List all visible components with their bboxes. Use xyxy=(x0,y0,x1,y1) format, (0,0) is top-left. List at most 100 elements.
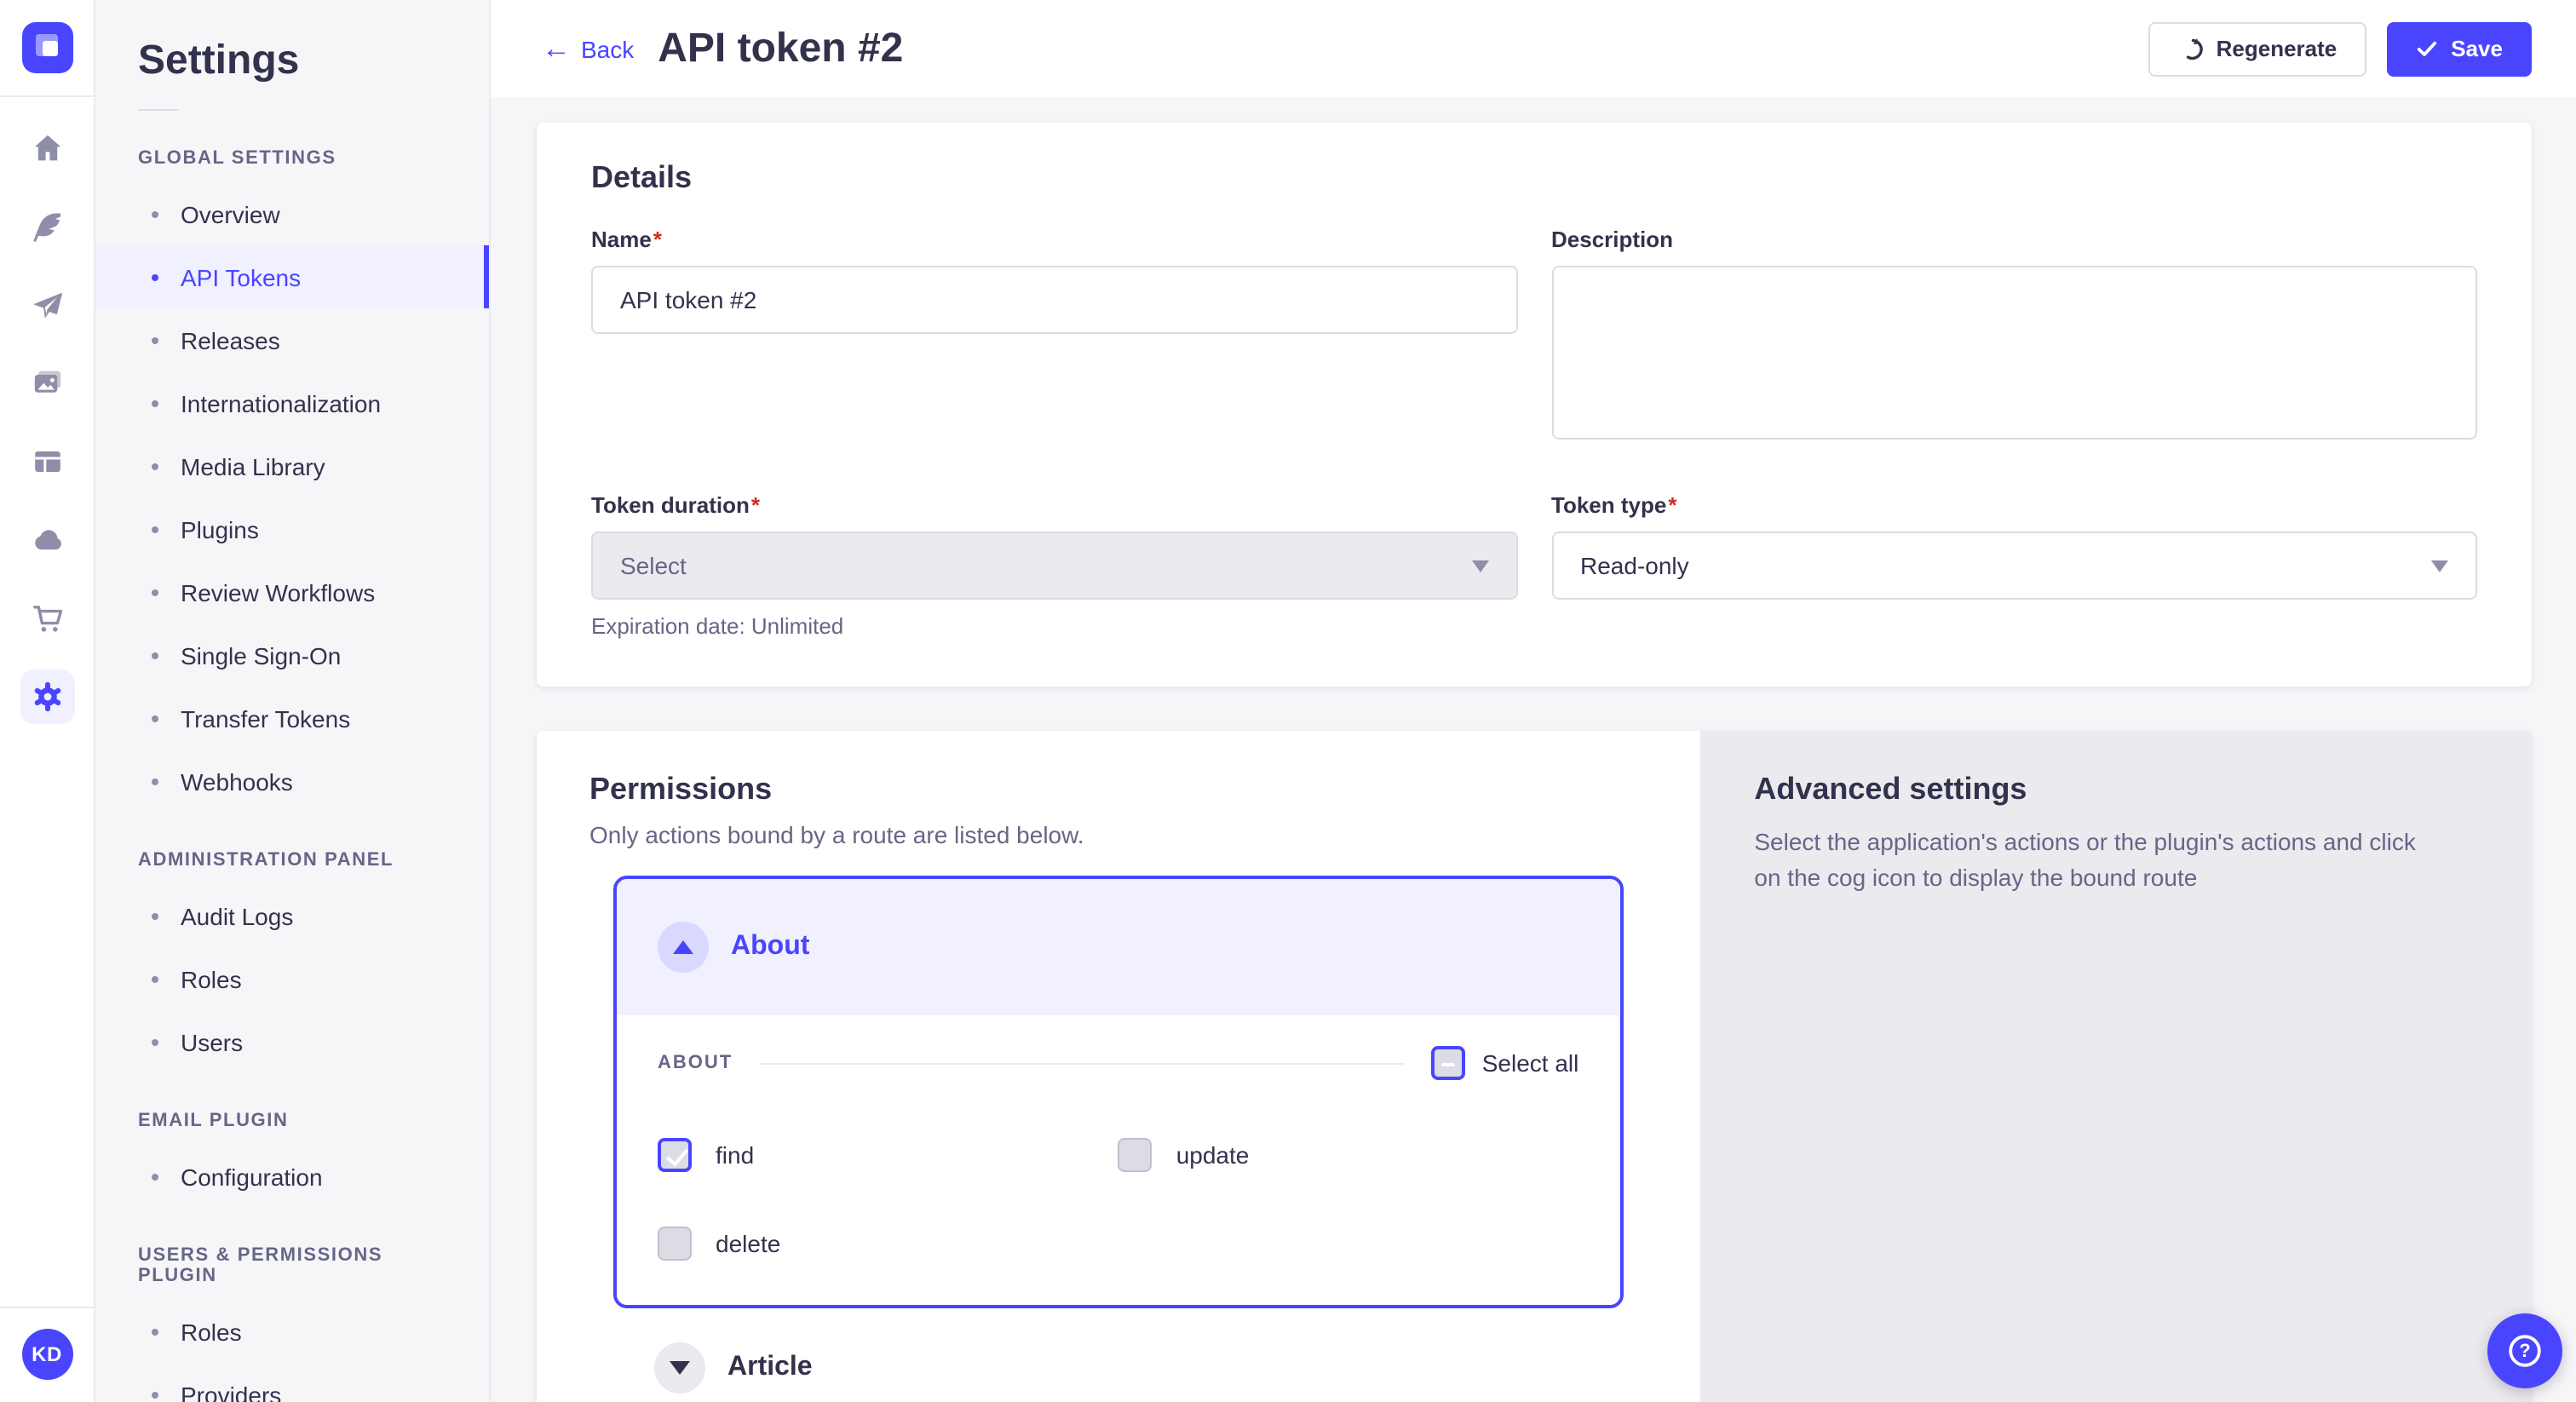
details-card: Details Name* Description Token duration… xyxy=(537,123,2532,687)
bullet-dot xyxy=(152,210,158,217)
token-type-select[interactable]: Read-only xyxy=(1551,531,2477,600)
sidebar-item-transfer-tokens[interactable]: Transfer Tokens xyxy=(95,687,489,750)
deploy-paper-plane-icon[interactable] xyxy=(20,278,74,332)
marketplace-cart-icon[interactable] xyxy=(20,591,74,646)
chevron-down-icon xyxy=(1471,560,1488,572)
save-button[interactable]: Save xyxy=(2386,21,2532,76)
sidebar-item-single-sign-on[interactable]: Single Sign-On xyxy=(95,623,489,687)
details-form: Name* Description Token duration* Select xyxy=(591,227,2477,639)
action-delete[interactable]: delete xyxy=(658,1227,1118,1261)
sidebar-item-releases[interactable]: Releases xyxy=(95,308,489,371)
sidebar-item-admin-users[interactable]: Users xyxy=(95,1010,489,1073)
bullet-dot xyxy=(152,1038,158,1045)
select-all-control[interactable]: Select all xyxy=(1431,1046,1579,1080)
bullet-dot xyxy=(152,526,158,532)
sidebar-item-label: Plugins xyxy=(181,515,259,543)
sidebar-item-label: Roles xyxy=(181,965,242,992)
section-label: ADMINISTRATION PANEL xyxy=(95,836,489,884)
sidebar-item-label: Media Library xyxy=(181,452,325,480)
check-icon xyxy=(2415,37,2437,60)
back-arrow-icon: ← xyxy=(542,34,571,63)
bullet-dot xyxy=(152,336,158,343)
main-column: ← Back API token #2 Regenerate Save xyxy=(491,0,2576,1402)
sidebar-item-label: Releases xyxy=(181,326,280,353)
section-global-settings: GLOBAL SETTINGS Overview API Tokens Rele… xyxy=(95,135,489,813)
rail-divider xyxy=(0,1307,94,1308)
find-label: find xyxy=(716,1141,754,1169)
sidebar-item-internationalization[interactable]: Internationalization xyxy=(95,371,489,434)
permissions-subtitle: Only actions bound by a route are listed… xyxy=(589,821,1647,848)
token-duration-value: Select xyxy=(620,552,687,579)
rail-icon-list xyxy=(20,121,74,724)
sidebar-item-review-workflows[interactable]: Review Workflows xyxy=(95,560,489,623)
select-all-label: Select all xyxy=(1482,1049,1579,1077)
chevron-up-icon xyxy=(673,940,693,954)
sidebar-item-label: Single Sign-On xyxy=(181,641,341,669)
home-icon[interactable] xyxy=(20,121,74,175)
save-label: Save xyxy=(2451,36,2503,61)
back-link[interactable]: ← Back xyxy=(542,34,634,63)
about-accordion-header[interactable]: About xyxy=(617,879,1619,1015)
content-manager-layout-icon[interactable] xyxy=(20,434,74,489)
token-duration-select[interactable]: Select xyxy=(591,531,1517,600)
settings-gear-icon[interactable] xyxy=(20,669,74,724)
section-label: GLOBAL SETTINGS xyxy=(95,135,489,182)
required-asterisk: * xyxy=(751,492,760,518)
update-checkbox[interactable] xyxy=(1118,1138,1153,1172)
media-library-images-icon[interactable] xyxy=(20,356,74,411)
sidebar-item-label: Review Workflows xyxy=(181,578,375,606)
sidebar-item-webhooks[interactable]: Webhooks xyxy=(95,750,489,813)
description-textarea[interactable] xyxy=(1551,266,2477,440)
sidebar-item-api-tokens[interactable]: API Tokens xyxy=(95,245,489,308)
content-builder-feather-icon[interactable] xyxy=(20,199,74,254)
settings-subnav: Settings GLOBAL SETTINGS Overview API To… xyxy=(95,0,491,1402)
sidebar-item-plugins[interactable]: Plugins xyxy=(95,497,489,560)
sidebar-item-email-configuration[interactable]: Configuration xyxy=(95,1145,489,1208)
rail-bottom: KD xyxy=(0,1307,94,1402)
bullet-dot xyxy=(152,589,158,595)
sidebar-item-label: Configuration xyxy=(181,1163,323,1190)
advanced-settings-heading: Advanced settings xyxy=(1754,772,2477,807)
description-field-group: Description xyxy=(1551,227,2477,448)
description-label: Description xyxy=(1551,227,2477,252)
about-accordion-body: ABOUT Select all find xyxy=(617,1015,1619,1305)
logo-shape-front xyxy=(42,41,57,56)
update-label: update xyxy=(1176,1141,1250,1169)
collapse-toggle[interactable] xyxy=(658,922,709,973)
help-button[interactable]: ? xyxy=(2487,1313,2562,1388)
strapi-logo[interactable] xyxy=(21,22,72,73)
logo-zone xyxy=(0,0,94,97)
user-avatar[interactable]: KD xyxy=(21,1329,72,1380)
bullet-dot xyxy=(152,1173,158,1180)
sidebar-item-media-library[interactable]: Media Library xyxy=(95,434,489,497)
sidebar-item-label: Webhooks xyxy=(181,767,293,795)
about-actions-grid: find update delete xyxy=(658,1138,1578,1261)
section-administration-panel: ADMINISTRATION PANEL Audit Logs Roles Us… xyxy=(95,836,489,1073)
sidebar-item-admin-roles[interactable]: Roles xyxy=(95,947,489,1010)
article-accordion-header[interactable]: Article xyxy=(613,1308,1623,1400)
sidebar-item-label: Transfer Tokens xyxy=(181,704,350,732)
name-input[interactable] xyxy=(591,266,1517,334)
regenerate-button[interactable]: Regenerate xyxy=(2148,21,2366,76)
header-actions: Regenerate Save xyxy=(2148,21,2532,76)
sidebar-item-audit-logs[interactable]: Audit Logs xyxy=(95,884,489,947)
delete-checkbox[interactable] xyxy=(658,1227,692,1261)
bullet-dot xyxy=(152,715,158,721)
svg-text:?: ? xyxy=(2519,1340,2530,1361)
action-find[interactable]: find xyxy=(658,1138,1118,1172)
permissions-heading: Permissions xyxy=(589,772,1647,807)
delete-label: delete xyxy=(716,1230,780,1257)
action-update[interactable]: update xyxy=(1118,1138,1579,1172)
section-label: EMAIL PLUGIN xyxy=(95,1097,489,1145)
subnav-divider xyxy=(138,109,179,111)
refresh-icon xyxy=(2177,36,2203,61)
select-all-checkbox[interactable] xyxy=(1431,1046,1465,1080)
sidebar-item-up-providers[interactable]: Providers xyxy=(95,1363,489,1402)
find-checkbox[interactable] xyxy=(658,1138,692,1172)
sidebar-item-overview[interactable]: Overview xyxy=(95,182,489,245)
bullet-dot xyxy=(152,1328,158,1335)
cloud-icon[interactable] xyxy=(20,513,74,567)
expand-toggle[interactable] xyxy=(654,1342,705,1393)
permissions-card: Permissions Only actions bound by a rout… xyxy=(537,731,2532,1402)
sidebar-item-up-roles[interactable]: Roles xyxy=(95,1300,489,1363)
